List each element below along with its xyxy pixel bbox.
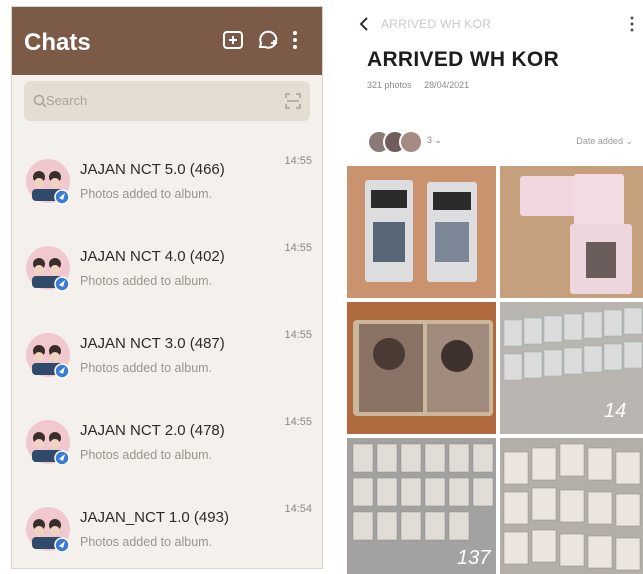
- group-avatar: [26, 507, 70, 553]
- group-avatar: [26, 159, 70, 205]
- chat-list-item[interactable]: JAJAN NCT 5.0 (466) Photos added to albu…: [12, 151, 322, 237]
- group-avatar: [26, 246, 70, 292]
- avatar: [399, 130, 423, 154]
- chat-list-item[interactable]: JAJAN NCT 3.0 (487) Photos added to albu…: [12, 325, 322, 411]
- chat-time: 14:55: [284, 416, 312, 428]
- sort-dropdown[interactable]: Date added ⌄: [576, 136, 633, 147]
- chat-time: 14:55: [284, 242, 312, 254]
- photo-count: 321 photos: [367, 80, 412, 90]
- video-chat-icon[interactable]: [222, 29, 244, 51]
- photo-annotation: 137: [457, 547, 491, 569]
- photo-thumbnail[interactable]: [347, 166, 496, 298]
- photo-thumbnail[interactable]: 14: [500, 302, 643, 434]
- album-meta: 321 photos 28/04/2021: [367, 80, 479, 90]
- chat-preview: Photos added to album.: [80, 361, 213, 375]
- photo-annotation: 14: [604, 400, 626, 422]
- chats-header: Chats: [12, 7, 322, 75]
- more-icon[interactable]: [629, 15, 635, 33]
- chat-preview: Photos added to album.: [80, 535, 213, 549]
- search-input[interactable]: Search: [24, 81, 310, 121]
- group-avatar: [26, 420, 70, 466]
- chat-name: JAJAN NCT 2.0 (478): [80, 422, 225, 439]
- chat-time: 14:55: [284, 155, 312, 167]
- page-title: Chats: [24, 29, 91, 56]
- chat-list-item[interactable]: JAJAN NCT 2.0 (478) Photos added to albu…: [12, 412, 322, 498]
- photo-thumbnail[interactable]: [500, 438, 643, 574]
- chat-name: JAJAN NCT 3.0 (487): [80, 335, 225, 352]
- photo-thumbnail[interactable]: [347, 302, 496, 434]
- chat-name: JAJAN_NCT 1.0 (493): [80, 509, 229, 526]
- chat-list-item[interactable]: JAJAN NCT 4.0 (402) Photos added to albu…: [12, 238, 322, 324]
- chat-preview: Photos added to album.: [80, 448, 213, 462]
- group-avatar: [26, 333, 70, 379]
- back-arrow-icon[interactable]: [357, 16, 371, 32]
- photo-grid: 14 137: [347, 166, 643, 574]
- chat-preview: Photos added to album.: [80, 274, 213, 288]
- people-filter[interactable]: [367, 130, 427, 154]
- chat-preview: Photos added to album.: [80, 187, 213, 201]
- chat-name: JAJAN NCT 5.0 (466): [80, 161, 225, 178]
- album-date: 28/04/2021: [424, 80, 470, 90]
- chat-name: JAJAN NCT 4.0 (402): [80, 248, 225, 265]
- people-count: 3 ⌄: [427, 135, 443, 145]
- chat-list-item[interactable]: JAJAN_NCT 1.0 (493) Photos added to albu…: [12, 499, 322, 568]
- chat-list-screen: Chats Search JAJAN NCT 5.0 (466) Photos …: [11, 6, 323, 569]
- search-placeholder: Search: [46, 93, 88, 108]
- album-title: ARRIVED WH KOR: [367, 48, 560, 71]
- breadcrumb: ARRIVED WH KOR: [381, 17, 492, 31]
- more-icon[interactable]: [290, 29, 300, 51]
- photo-thumbnail[interactable]: [500, 166, 643, 298]
- album-screen: ARRIVED WH KOR ARRIVED WH KOR 321 photos…: [347, 6, 643, 574]
- scan-icon[interactable]: [284, 92, 302, 110]
- chat-time: 14:54: [284, 503, 312, 515]
- new-chat-icon[interactable]: [256, 29, 278, 51]
- chat-time: 14:55: [284, 329, 312, 341]
- photo-thumbnail[interactable]: 137: [347, 438, 496, 574]
